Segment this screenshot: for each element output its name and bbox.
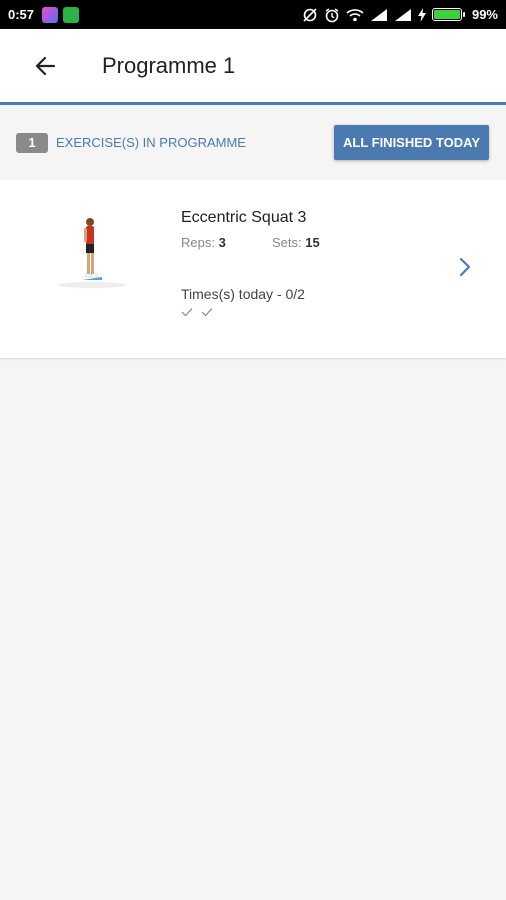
charging-icon bbox=[417, 7, 426, 22]
battery-icon bbox=[431, 8, 465, 21]
sets-value: 15 bbox=[305, 235, 320, 250]
check-icon bbox=[181, 308, 193, 317]
completion-checks bbox=[181, 307, 213, 317]
sets-label: Sets: bbox=[272, 235, 302, 250]
programme-info-bar: 1 EXERCISE(S) IN PROGRAMME ALL FINISHED … bbox=[0, 105, 506, 180]
reps-value: 3 bbox=[218, 235, 226, 250]
reps-label: Reps: bbox=[181, 235, 215, 250]
exercise-count-badge: 1 bbox=[16, 132, 48, 153]
app-bar: Programme 1 bbox=[0, 29, 506, 105]
times-today-text: Times(s) today - 0/2 bbox=[181, 286, 305, 302]
check-icon bbox=[201, 308, 213, 317]
sync-icon bbox=[303, 7, 317, 22]
alarm-icon bbox=[325, 7, 339, 22]
status-icons: 99% bbox=[302, 7, 498, 23]
exercise-name: Eccentric Squat 3 bbox=[181, 209, 307, 226]
battery-level bbox=[433, 10, 460, 19]
app-notification-icon bbox=[63, 6, 80, 23]
status-bar: 0:57 99% bbox=[0, 0, 506, 29]
signal-icon bbox=[370, 8, 387, 21]
exercise-thumbnail bbox=[58, 218, 126, 288]
sets-info: Sets: 15 bbox=[272, 235, 320, 250]
instagram-notification-icon bbox=[42, 6, 59, 23]
wifi-icon bbox=[346, 8, 364, 21]
back-button[interactable] bbox=[25, 46, 65, 86]
exercise-card[interactable]: Eccentric Squat 3 Reps: 3 Sets: 15 Times… bbox=[0, 180, 506, 358]
signal-icon-2 bbox=[394, 8, 411, 21]
reps-info: Reps: 3 bbox=[181, 235, 226, 250]
status-time: 0:57 bbox=[8, 7, 35, 22]
chevron-right-icon[interactable] bbox=[458, 256, 472, 278]
arrow-back-icon bbox=[35, 56, 56, 75]
exercise-count-label: EXERCISE(S) IN PROGRAMME bbox=[56, 135, 246, 150]
all-finished-today-button[interactable]: ALL FINISHED TODAY bbox=[333, 125, 489, 160]
page-title: Programme 1 bbox=[102, 52, 236, 78]
battery-percent: 99% bbox=[471, 7, 498, 22]
